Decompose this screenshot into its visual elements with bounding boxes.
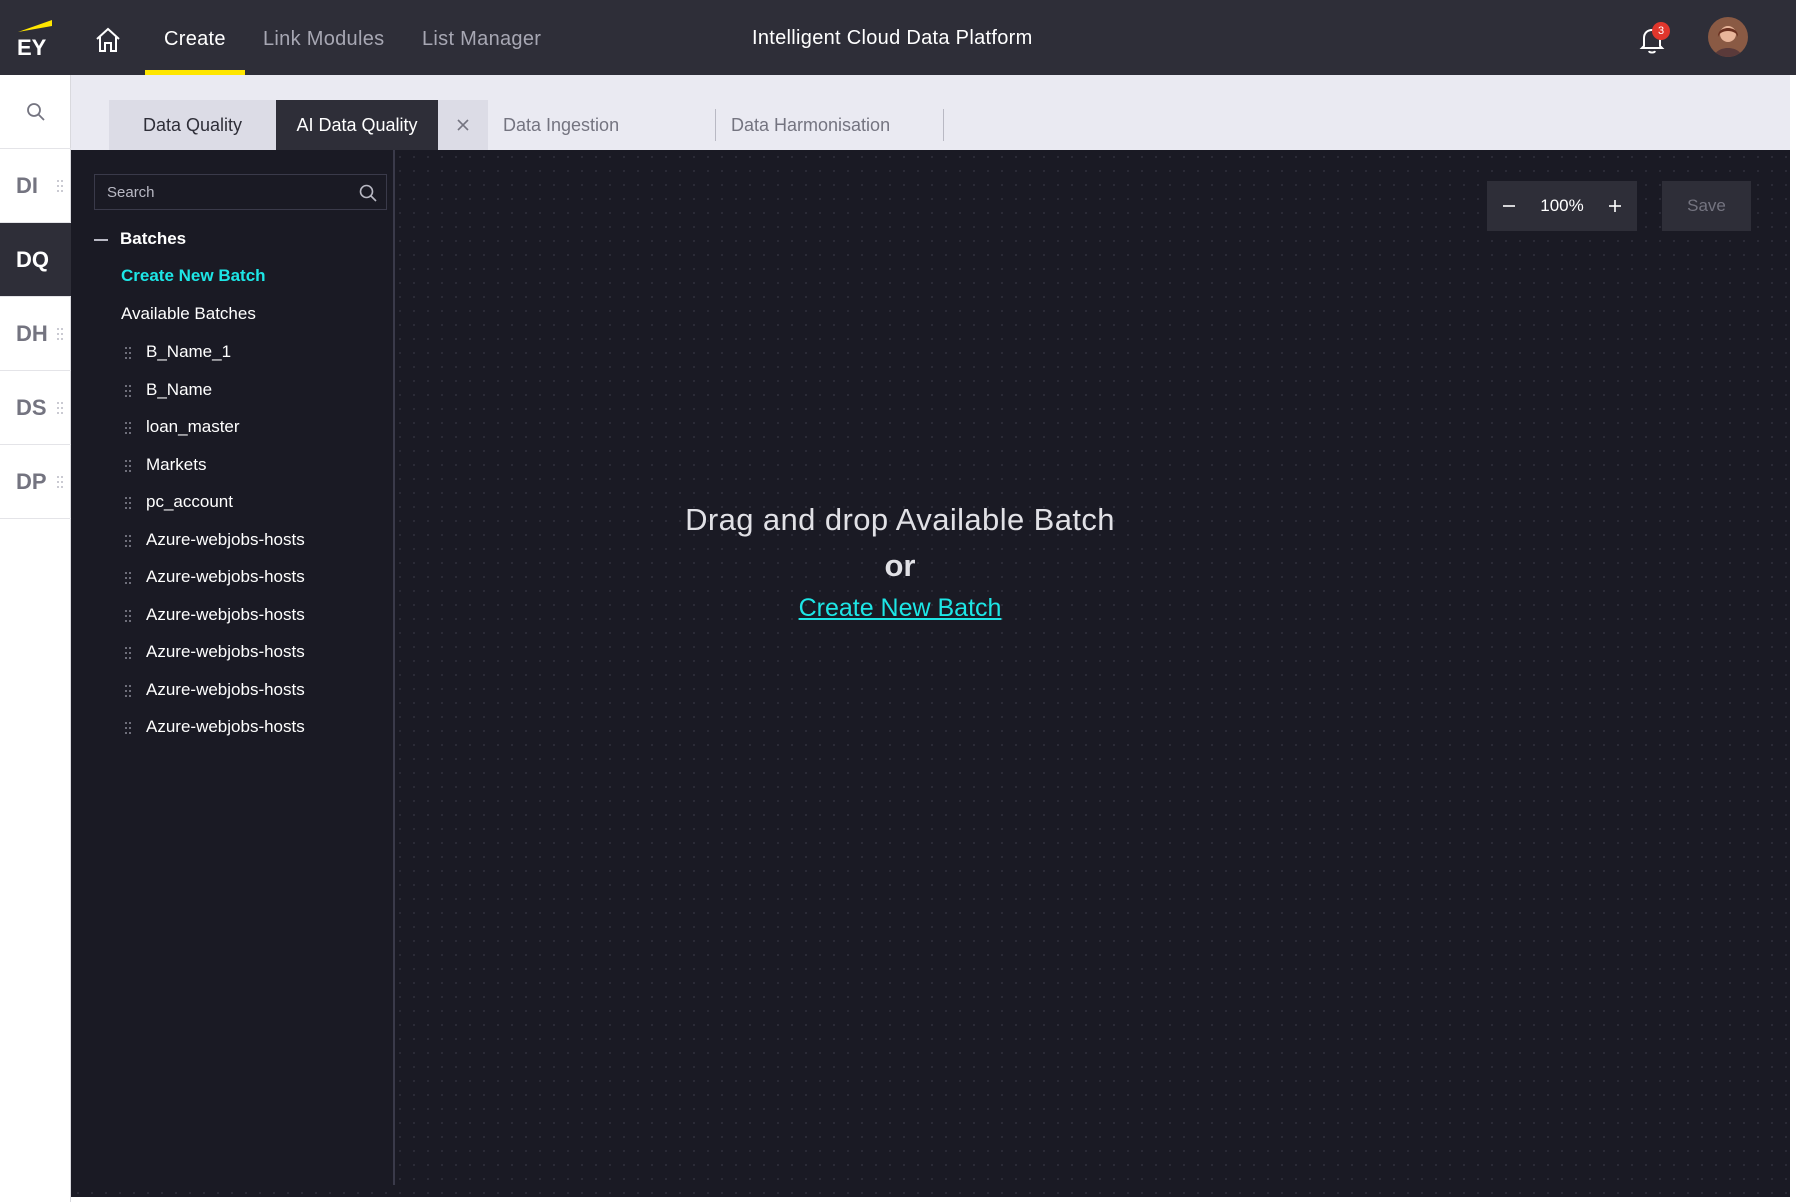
tab-close-button[interactable] xyxy=(438,100,488,150)
close-icon xyxy=(457,119,469,131)
save-button[interactable]: Save xyxy=(1662,181,1751,231)
home-icon[interactable] xyxy=(92,24,124,56)
drag-handle-icon xyxy=(125,572,131,584)
drag-handle-icon xyxy=(57,180,63,192)
drag-handle-icon xyxy=(57,328,63,340)
batch-item[interactable]: pc_account xyxy=(121,492,381,530)
drag-handle-icon xyxy=(125,534,131,547)
batch-list: B_Name_1 B_Name loan_master Markets pc_accou… xyxy=(121,342,381,755)
module-rail: DI DQ DH DS DP xyxy=(0,75,71,1202)
batch-item[interactable]: Azure-webjobs-hosts xyxy=(121,642,381,680)
batch-name: Azure-webjobs-hosts xyxy=(146,679,305,699)
drag-drop-hint: Drag and drop Available Batch xyxy=(685,502,1115,537)
or-separator: or xyxy=(884,548,916,583)
drag-handle-icon xyxy=(125,647,131,659)
batch-name: Azure-webjobs-hosts xyxy=(146,604,305,624)
rail-item-dp[interactable]: DP xyxy=(0,445,71,519)
batch-item[interactable]: Azure-webjobs-hosts xyxy=(121,605,381,643)
main-workspace: Batches Create New Batch Available Batch… xyxy=(71,150,1796,1197)
create-new-batch-canvas-link[interactable]: Create New Batch xyxy=(799,594,1002,623)
drag-handle-icon xyxy=(125,422,131,434)
create-new-batch-link[interactable]: Create New Batch xyxy=(121,266,266,286)
drag-handle-icon xyxy=(57,476,63,488)
avatar[interactable] xyxy=(1708,17,1748,57)
tab-data-harmonisation[interactable]: Data Harmonisation xyxy=(731,100,890,150)
drag-handle-icon xyxy=(125,459,131,472)
available-batches-label: Available Batches xyxy=(121,304,256,323)
batch-name: Azure-webjobs-hosts xyxy=(146,567,305,586)
search-box xyxy=(94,174,387,210)
batch-name: pc_account xyxy=(146,492,233,511)
bottom-border xyxy=(71,1197,1796,1202)
drag-handle-icon xyxy=(125,347,131,359)
rail-item-di[interactable]: DI xyxy=(0,149,71,223)
rail-item-label: DS xyxy=(16,395,47,420)
search-icon[interactable] xyxy=(358,183,378,203)
tab-data-quality[interactable]: Data Quality xyxy=(109,100,276,150)
right-border xyxy=(1790,75,1796,1202)
rail-item-ds[interactable]: DS xyxy=(0,371,71,445)
nav-list-manager[interactable]: List Manager xyxy=(422,0,541,75)
batch-name: B_Name xyxy=(146,379,213,399)
drag-handle-icon xyxy=(125,684,131,697)
svg-text:EY: EY xyxy=(17,35,47,58)
rail-search-button[interactable] xyxy=(0,75,71,149)
rail-item-label: DH xyxy=(16,321,48,346)
drag-handle-icon xyxy=(125,609,131,622)
drag-handle-icon xyxy=(125,722,131,734)
batch-name: Markets xyxy=(146,454,207,474)
nav-link-modules[interactable]: Link Modules xyxy=(263,0,384,75)
rail-item-label: DI xyxy=(16,173,38,198)
rail-item-label: DP xyxy=(16,469,47,494)
drag-handle-icon xyxy=(57,402,63,414)
batch-item[interactable]: Azure-webjobs-hosts xyxy=(121,530,381,568)
batch-item[interactable]: Azure-webjobs-hosts xyxy=(121,567,381,605)
tab-data-ingestion[interactable]: Data Ingestion xyxy=(503,100,619,150)
search-icon xyxy=(26,102,45,121)
plus-icon xyxy=(1609,200,1621,212)
collapse-icon[interactable] xyxy=(94,239,108,241)
ey-logo[interactable]: EY xyxy=(16,18,56,60)
batch-item[interactable]: B_Name_1 xyxy=(121,342,381,380)
zoom-in-button[interactable] xyxy=(1593,181,1637,231)
batch-item[interactable]: Azure-webjobs-hosts xyxy=(121,680,381,718)
batch-name: loan_master xyxy=(146,417,240,436)
app-title: Intelligent Cloud Data Platform xyxy=(752,27,1033,49)
tab-divider xyxy=(943,109,944,141)
rail-item-dq[interactable]: DQ xyxy=(0,223,71,297)
batch-name: Azure-webjobs-hosts xyxy=(146,642,305,661)
nav-create[interactable]: Create xyxy=(145,0,245,75)
batch-item[interactable]: Markets xyxy=(121,455,381,493)
batch-panel: Batches Create New Batch Available Batch… xyxy=(71,150,395,1185)
batch-name: B_Name_1 xyxy=(146,342,232,361)
drag-handle-icon xyxy=(125,384,131,397)
app-root: EY Create Link Modules List Manager Inte… xyxy=(0,0,1796,1202)
batch-item[interactable]: loan_master xyxy=(121,417,381,455)
tab-divider xyxy=(715,109,716,141)
batch-name: Azure-webjobs-hosts xyxy=(146,717,305,736)
tab-ai-data-quality[interactable]: AI Data Quality xyxy=(276,100,438,150)
rail-item-dh[interactable]: DH xyxy=(0,297,71,371)
batch-name: Azure-webjobs-hosts xyxy=(146,529,305,549)
minus-icon xyxy=(1503,205,1515,207)
batches-heading: Batches xyxy=(120,229,187,248)
empty-canvas-message: Drag and drop Available Batch or Create … xyxy=(685,502,1114,623)
search-input[interactable] xyxy=(95,175,345,209)
notification-badge: 3 xyxy=(1652,22,1670,40)
zoom-control: 100% xyxy=(1487,181,1637,231)
tab-strip: Data Quality AI Data Quality Data Ingest… xyxy=(71,75,1796,150)
zoom-out-button[interactable] xyxy=(1487,181,1531,231)
drag-handle-icon xyxy=(125,497,131,509)
batch-item[interactable]: B_Name xyxy=(121,380,381,418)
rail-item-label: DQ xyxy=(16,247,49,272)
zoom-level: 100% xyxy=(1540,196,1584,215)
top-bar: EY Create Link Modules List Manager Inte… xyxy=(0,0,1796,75)
batch-item[interactable]: Azure-webjobs-hosts xyxy=(121,717,381,755)
